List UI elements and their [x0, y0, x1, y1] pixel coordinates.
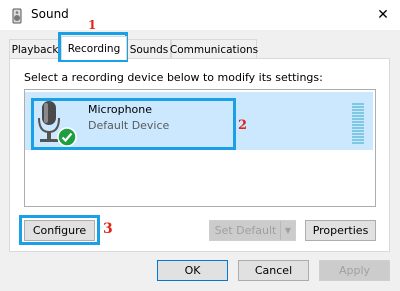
device-name: Microphone — [88, 103, 153, 116]
default-check-icon — [57, 127, 77, 147]
annotation-number: 2 — [238, 118, 248, 133]
set-default-button[interactable]: Set Default ▼ — [209, 220, 296, 241]
tab-recording[interactable]: Recording — [61, 36, 127, 60]
tab-label: Communications — [169, 43, 259, 56]
configure-button[interactable]: Configure — [24, 220, 95, 241]
tab-playback[interactable]: Playback — [9, 39, 61, 59]
cancel-button[interactable]: Cancel — [238, 260, 309, 281]
dropdown-arrow-icon: ▼ — [280, 221, 295, 240]
close-button[interactable]: ✕ — [366, 0, 400, 30]
button-label: Apply — [338, 264, 371, 277]
apply-button[interactable]: Apply — [319, 260, 390, 281]
instruction-text: Select a recording device below to modif… — [24, 71, 323, 84]
window-title: Sound — [31, 7, 69, 21]
button-label: Set Default — [214, 224, 277, 237]
annotation-number: 3 — [103, 221, 113, 237]
level-meter — [352, 103, 364, 145]
button-label: Cancel — [254, 264, 293, 277]
tab-label: Recording — [67, 42, 121, 55]
button-label: Configure — [32, 224, 87, 237]
ok-button[interactable]: OK — [157, 260, 228, 281]
tab-communications[interactable]: Communications — [169, 39, 259, 59]
tab-label: Playback — [11, 43, 59, 56]
properties-button[interactable]: Properties — [305, 220, 376, 241]
close-icon: ✕ — [377, 7, 389, 23]
annotation-number: 1 — [88, 18, 97, 32]
tab-label: Sounds — [129, 43, 169, 56]
title-bar: Sound ✕ — [0, 0, 400, 30]
device-status: Default Device — [88, 119, 170, 132]
tab-sounds[interactable]: Sounds — [127, 39, 171, 59]
speaker-icon — [12, 8, 22, 24]
button-label: Properties — [312, 224, 369, 237]
button-label: OK — [184, 264, 201, 277]
